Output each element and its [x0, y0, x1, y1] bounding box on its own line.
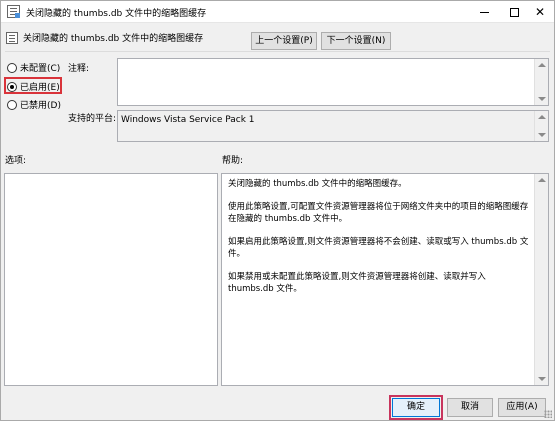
title-bar[interactable]: 关闭隐藏的 thumbs.db 文件中的缩略图缓存 ✕	[1, 1, 554, 23]
radio-label: 未配置(C)	[20, 64, 61, 74]
scroll-up-icon[interactable]	[538, 115, 546, 119]
radio-label: 已禁用(D)	[20, 101, 61, 111]
radio-not-configured[interactable]: 未配置(C)	[7, 61, 60, 75]
policy-icon	[6, 32, 18, 44]
policy-dialog: 关闭隐藏的 thumbs.db 文件中的缩略图缓存 ✕ 关闭隐藏的 thumbs…	[0, 0, 555, 421]
help-label: 帮助:	[222, 156, 244, 166]
help-paragraph: 如果禁用或未配置此策略设置,则文件资源管理器将创建、读取并写入 thumbs.d…	[228, 272, 486, 294]
next-setting-button[interactable]: 下一个设置(N)	[321, 32, 391, 50]
scroll-down-icon[interactable]	[538, 133, 546, 137]
platform-field: Windows Vista Service Pack 1	[117, 110, 549, 142]
help-paragraph: 使用此策略设置,可配置文件资源管理器将位于网络文件夹中的项目的缩略图缓存在隐藏的…	[228, 202, 529, 224]
cancel-button[interactable]: 取消	[447, 398, 493, 417]
policy-name: 关闭隐藏的 thumbs.db 文件中的缩略图缓存	[23, 34, 204, 44]
help-paragraph: 如果启用此策略设置,则文件资源管理器将不会创建、读取或写入 thumbs.db …	[228, 237, 529, 259]
minimize-icon	[479, 12, 489, 13]
platform-label: 支持的平台:	[68, 114, 117, 124]
close-button[interactable]: ✕	[522, 1, 555, 23]
maximize-icon	[509, 8, 519, 17]
scroll-up-icon[interactable]	[538, 63, 546, 67]
radio-circle[interactable]	[7, 99, 17, 110]
close-icon: ✕	[534, 5, 546, 19]
window-title: 关闭隐藏的 thumbs.db 文件中的缩略图缓存	[26, 9, 207, 19]
radio-circle[interactable]	[7, 62, 17, 73]
resize-grip-icon[interactable]	[544, 410, 552, 418]
comment-scrollbar[interactable]	[534, 59, 548, 105]
previous-setting-button[interactable]: 上一个设置(P)	[251, 32, 317, 50]
options-label: 选项:	[5, 156, 27, 166]
apply-button[interactable]: 应用(A)	[498, 398, 546, 417]
help-paragraph: 关闭隐藏的 thumbs.db 文件中的缩略图缓存。	[228, 179, 407, 189]
comment-textarea[interactable]	[117, 58, 549, 106]
platform-scrollbar[interactable]	[534, 111, 548, 141]
help-panel: 关闭隐藏的 thumbs.db 文件中的缩略图缓存。 使用此策略设置,可配置文件…	[221, 173, 549, 386]
header-divider	[5, 51, 550, 52]
enabled-highlight-box	[4, 77, 62, 94]
ok-highlight-box	[389, 395, 443, 420]
policy-settings-icon	[7, 5, 20, 18]
radio-disabled[interactable]: 已禁用(D)	[7, 98, 61, 112]
platform-value: Windows Vista Service Pack 1	[121, 115, 255, 125]
scroll-down-icon[interactable]	[538, 377, 546, 381]
options-panel	[4, 173, 218, 386]
comment-label: 注释:	[68, 64, 90, 74]
help-scrollbar[interactable]	[534, 174, 548, 385]
scroll-up-icon[interactable]	[538, 178, 546, 182]
scroll-down-icon[interactable]	[538, 97, 546, 101]
